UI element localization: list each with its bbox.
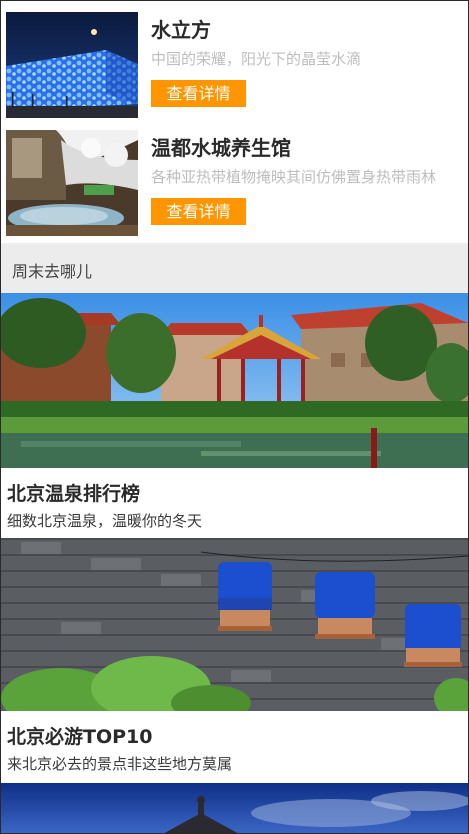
- venue-thumbnail[interactable]: [6, 130, 138, 236]
- hot-spring-image: [6, 130, 138, 236]
- venue-thumbnail[interactable]: [6, 12, 138, 118]
- feature-card-next[interactable]: [1, 783, 468, 833]
- venue-card-water-cube[interactable]: 水立方 中国的荣耀，阳光下的晶莹水滴 查看详情: [6, 12, 466, 118]
- venue-name: 水立方: [151, 18, 211, 42]
- water-cube-image: [6, 12, 138, 118]
- birdcage-wall-image: [1, 538, 468, 711]
- section-header: 周末去哪儿: [1, 243, 468, 293]
- feature-title: 北京温泉排行榜: [7, 483, 141, 505]
- venue-name: 温都水城养生馆: [151, 136, 291, 160]
- view-details-button[interactable]: 查看详情: [151, 198, 246, 225]
- view-details-button[interactable]: 查看详情: [151, 80, 246, 107]
- venue-description: 中国的荣耀，阳光下的晶莹水滴: [151, 50, 362, 68]
- venue-description: 各种亚热带植物掩映其间仿佛置身热带雨林: [151, 168, 437, 186]
- feature-card-top10[interactable]: 北京必游TOP10 来北京必去的景点非这些地方莫属: [1, 538, 468, 783]
- feature-subtitle: 来北京必去的景点非这些地方莫属: [7, 755, 233, 773]
- app-frame: 水立方 中国的荣耀，阳光下的晶莹水滴 查看详情 温都水城养生馆 各种亚热带植物掩…: [0, 0, 469, 834]
- venue-card-wendu[interactable]: 温都水城养生馆 各种亚热带植物掩映其间仿佛置身热带雨林 查看详情: [6, 130, 466, 236]
- hot-spring-pavilion-image: [1, 293, 468, 468]
- feature-card-hot-springs[interactable]: 北京温泉排行榜 细数北京温泉，温暖你的冬天: [1, 293, 468, 538]
- section-title: 周末去哪儿: [12, 262, 93, 281]
- feature-subtitle: 细数北京温泉，温暖你的冬天: [7, 512, 203, 530]
- feature-title: 北京必游TOP10: [7, 726, 153, 748]
- temple-sky-image: [1, 783, 468, 833]
